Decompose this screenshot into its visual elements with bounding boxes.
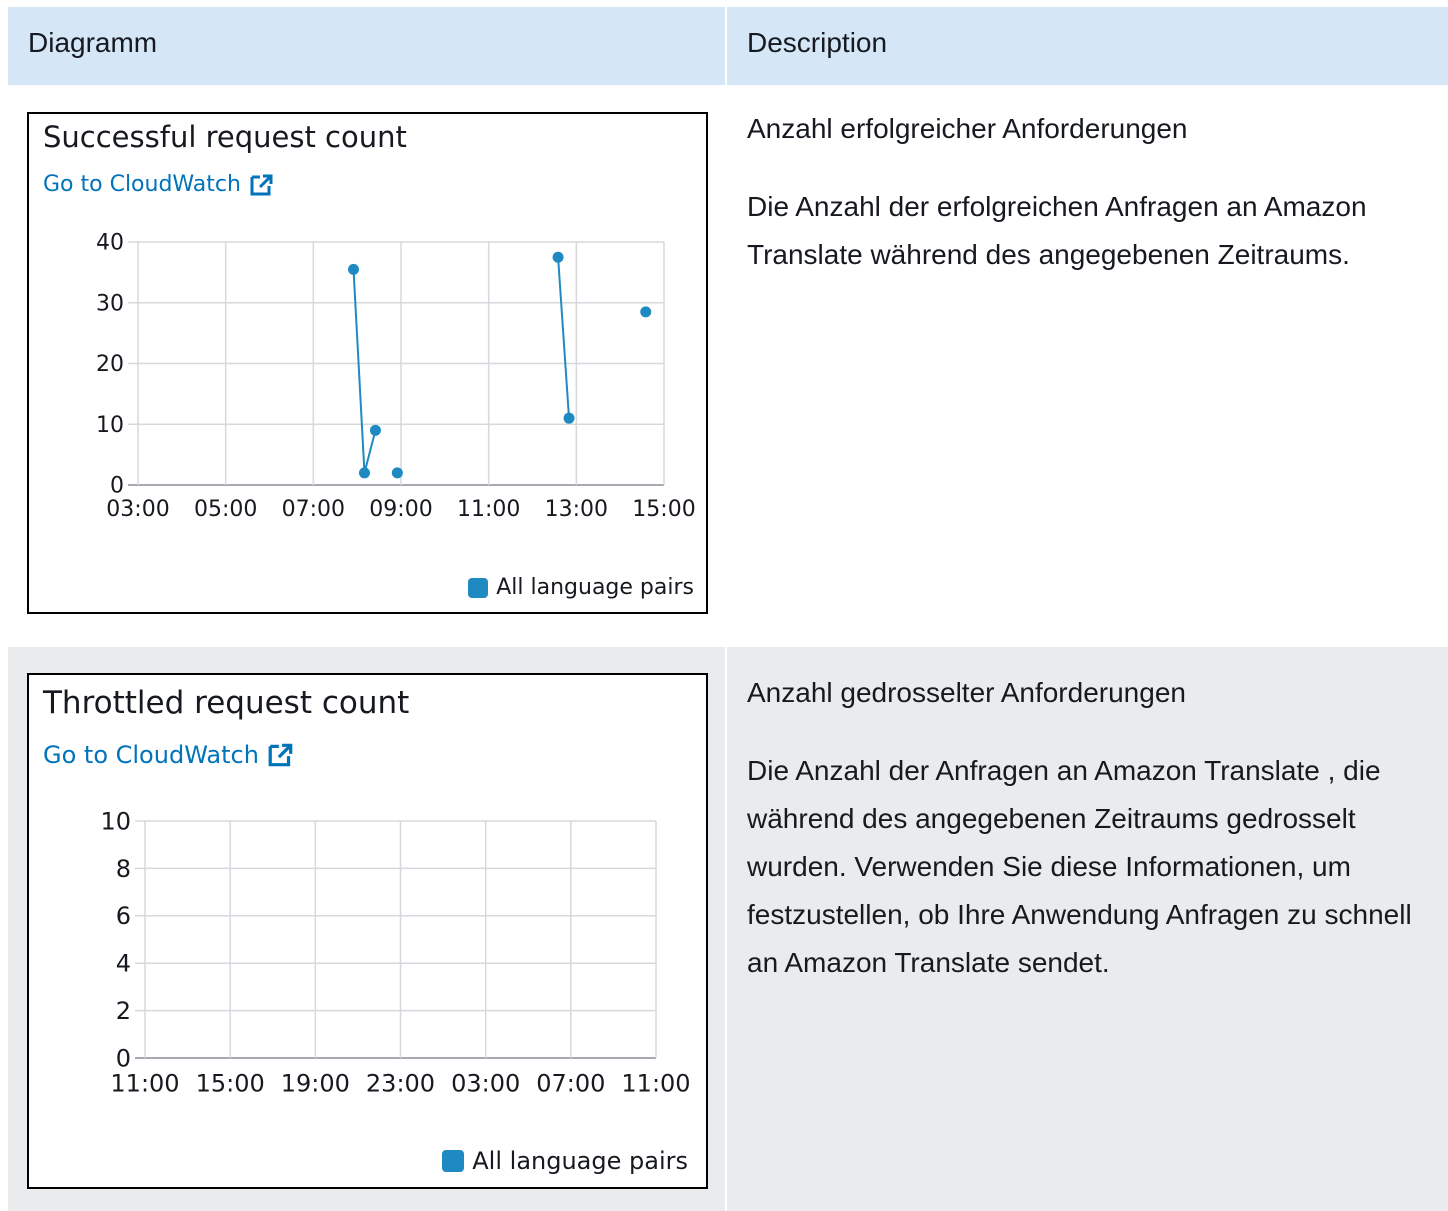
x-tick-label: 03:00 [106,497,169,522]
data-point[interactable] [369,424,381,436]
y-tick-label: 2 [116,997,131,1025]
successful-request-chart: Successful request count Go to CloudWatc… [27,112,708,614]
description-body: Die Anzahl der Anfragen an Amazon Transl… [747,755,1412,978]
x-tick-label: 07:00 [282,497,345,522]
legend-label: All language pairs [496,575,694,600]
x-tick-label: 11:00 [621,1070,690,1098]
data-point[interactable] [358,467,370,479]
table-row: Successful request count Go to CloudWatc… [8,85,1448,647]
series-line [352,269,377,474]
x-tick-label: 03:00 [451,1070,520,1098]
y-tick-label: 40 [96,231,124,256]
x-tick-label: 23:00 [366,1070,435,1098]
data-point[interactable] [640,306,652,318]
header-description: Description [727,7,1448,85]
data-point[interactable] [391,467,403,479]
x-tick-label: 09:00 [369,497,432,522]
x-tick-label: 15:00 [632,497,695,522]
description-title: Anzahl erfolgreicher Anforderungen [747,113,1188,144]
table-row: Throttled request count Go to CloudWatch… [8,647,1448,1211]
throttled-request-chart: Throttled request count Go to CloudWatch… [27,673,708,1189]
legend-swatch [442,1150,465,1172]
data-point[interactable] [348,263,360,275]
description-title: Anzahl gedrosselter Anforderungen [747,677,1186,708]
header-diagram-label: Diagramm [28,27,158,58]
data-point[interactable] [552,251,564,263]
throttled-request-plot: 0 2 4 6 8 10 11:00 15:00 19:00 23:00 03:00 07:00 11:… [100,807,690,1098]
y-tick-label: 20 [96,352,124,377]
series-line [557,257,571,419]
header-description-label: Description [747,27,888,58]
y-tick-label: 6 [116,902,131,930]
y-tick-label: 30 [96,291,124,316]
y-tick-label: 0 [110,474,124,499]
legend-swatch [468,577,489,598]
legend-label: All language pairs [472,1147,688,1175]
chart-legend: All language pairs [442,1147,688,1175]
x-tick-label: 07:00 [536,1070,605,1098]
y-tick-label: 0 [116,1044,131,1072]
x-tick-label: 15:00 [196,1070,265,1098]
chart-legend: All language pairs [468,575,694,600]
x-tick-label: 13:00 [545,497,608,522]
x-tick-label: 05:00 [194,497,257,522]
x-tick-label: 11:00 [457,497,520,522]
y-tick-label: 10 [100,807,131,835]
description-body: Die Anzahl der erfolgreichen Anfragen an… [747,191,1367,270]
header-diagram: Diagramm [8,7,725,85]
y-tick-label: 8 [116,855,131,883]
x-tick-label: 11:00 [110,1070,179,1098]
data-point[interactable] [563,412,575,424]
successful-request-plot: 0 10 20 30 40 03:00 05:00 07:00 09:00 11:00 13:00 1… [96,231,696,522]
x-tick-label: 19:00 [281,1070,350,1098]
y-tick-label: 10 [96,413,124,438]
y-tick-label: 4 [116,950,131,978]
